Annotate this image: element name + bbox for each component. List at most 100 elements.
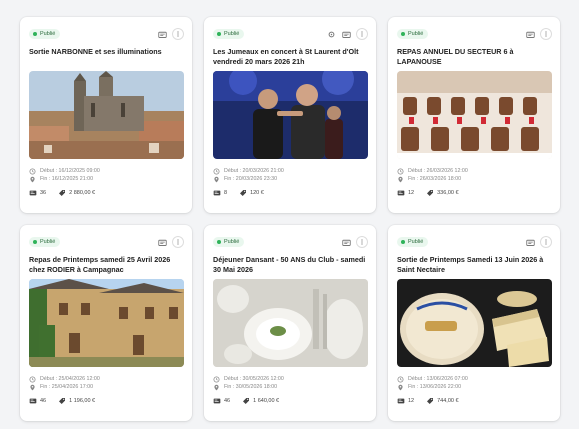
clock-icon	[213, 376, 221, 383]
clock-icon	[29, 376, 37, 383]
location-pin-icon	[397, 384, 405, 391]
card-header: Publié	[29, 235, 184, 249]
end-date: Fin : 26/03/2026 18:00	[397, 175, 552, 183]
event-photo	[29, 279, 184, 367]
card-header: Publié	[213, 27, 368, 41]
card-header: Publié	[29, 27, 184, 41]
event-card[interactable]: Publié Repas de Printemps samedi 25 Avri…	[20, 225, 192, 421]
event-title[interactable]: Repas de Printemps samedi 25 Avril 2026 …	[29, 255, 184, 275]
status-badge: Publié	[397, 29, 429, 39]
participants-list-icon[interactable]	[157, 29, 168, 40]
participants-list-icon[interactable]	[157, 237, 168, 248]
event-title[interactable]: Les Jumeaux en concert à St Laurent d'Ol…	[213, 47, 368, 67]
start-date: Début : 25/04/2026 12:00	[29, 375, 184, 383]
status-badge: Publié	[29, 237, 61, 247]
end-date: Fin : 16/12/2025 21:00	[29, 175, 184, 183]
status-dot-icon	[33, 32, 37, 36]
event-photo	[29, 71, 184, 159]
event-stats: 12 336,00 €	[397, 189, 552, 197]
start-date-text: Début : 30/05/2026 12:00	[224, 376, 284, 382]
participants-list-icon[interactable]	[341, 237, 352, 248]
event-card[interactable]: Publié REPAS ANNUEL DU SECTEUR 6 à LAPAN…	[388, 17, 560, 213]
start-date: Début : 20/03/2026 21:00	[213, 167, 368, 175]
settings-icon[interactable]	[326, 29, 337, 40]
event-photo	[397, 279, 552, 367]
event-card[interactable]: Publié Sortie NARBONNE et ses illuminati…	[20, 17, 192, 213]
card-actions	[525, 28, 552, 40]
start-date-text: Début : 16/12/2025 09:00	[40, 168, 100, 174]
more-options-icon[interactable]	[172, 28, 184, 40]
event-schedule: Début : 30/05/2026 12:00 Fin : 30/05/202…	[213, 375, 368, 391]
event-card[interactable]: Publié Les Jumeaux en concert à St Laure…	[204, 17, 376, 213]
event-stats: 36 2 880,00 €	[29, 189, 184, 197]
total-amount: 2 880,00 €	[58, 189, 95, 197]
status-badge: Publié	[213, 237, 245, 247]
event-card[interactable]: Publié Déjeuner Dansant - 50 ANS du Club…	[204, 225, 376, 421]
participants-list-icon[interactable]	[341, 29, 352, 40]
status-badge-label: Publié	[40, 31, 56, 37]
more-options-icon[interactable]	[356, 28, 368, 40]
status-badge: Publié	[29, 29, 61, 39]
more-options-icon[interactable]	[356, 236, 368, 248]
status-badge: Publié	[397, 237, 429, 247]
more-options-icon[interactable]	[172, 236, 184, 248]
end-date: Fin : 30/05/2026 18:00	[213, 383, 368, 391]
total-amount: 120 €	[239, 189, 264, 197]
end-date-text: Fin : 16/12/2025 21:00	[40, 176, 94, 182]
more-options-icon[interactable]	[540, 236, 552, 248]
status-badge-label: Publié	[224, 31, 240, 37]
people-icon	[397, 397, 405, 405]
people-icon	[213, 397, 221, 405]
event-title[interactable]: Sortie NARBONNE et ses illuminations	[29, 47, 184, 67]
status-dot-icon	[401, 240, 405, 244]
clock-icon	[29, 168, 37, 175]
event-stats: 12 744,00 €	[397, 397, 552, 405]
status-dot-icon	[217, 240, 221, 244]
event-title[interactable]: Sortie de Printemps Samedi 13 Juin 2026 …	[397, 255, 552, 275]
status-badge-label: Publié	[40, 239, 56, 245]
participants-count-text: 46	[40, 398, 47, 404]
card-actions	[157, 236, 184, 248]
event-title[interactable]: Déjeuner Dansant - 50 ANS du Club - same…	[213, 255, 368, 275]
participants-list-icon[interactable]	[525, 29, 536, 40]
price-tag-icon	[426, 397, 434, 405]
start-date-text: Début : 25/04/2026 12:00	[40, 376, 100, 382]
participants-count-text: 46	[224, 398, 231, 404]
participants-count-text: 12	[408, 398, 415, 404]
event-stats: 8 120 €	[213, 189, 368, 197]
location-pin-icon	[213, 176, 221, 183]
participants-count: 36	[29, 189, 46, 197]
start-date: Début : 30/05/2026 12:00	[213, 375, 368, 383]
status-badge-label: Publié	[408, 31, 424, 37]
end-date-text: Fin : 25/04/2026 17:00	[40, 384, 94, 390]
status-dot-icon	[33, 240, 37, 244]
location-pin-icon	[397, 176, 405, 183]
end-date-text: Fin : 30/05/2026 18:00	[224, 384, 278, 390]
status-dot-icon	[401, 32, 405, 36]
participants-count: 46	[29, 397, 46, 405]
clock-icon	[397, 376, 405, 383]
more-options-icon[interactable]	[540, 28, 552, 40]
participants-count-text: 36	[40, 190, 47, 196]
total-amount-text: 2 880,00 €	[69, 190, 96, 196]
event-schedule: Début : 13/06/2026 07:00 Fin : 13/06/202…	[397, 375, 552, 391]
start-date: Début : 26/03/2026 12:00	[397, 167, 552, 175]
event-card[interactable]: Publié Sortie de Printemps Samedi 13 Jui…	[388, 225, 560, 421]
total-amount-text: 1 196,00 €	[69, 398, 96, 404]
event-title[interactable]: REPAS ANNUEL DU SECTEUR 6 à LAPANOUSE	[397, 47, 552, 67]
start-date-text: Début : 13/06/2026 07:00	[408, 376, 468, 382]
price-tag-icon	[239, 189, 247, 197]
event-stats: 46 1 196,00 €	[29, 397, 184, 405]
end-date: Fin : 13/06/2026 22:00	[397, 383, 552, 391]
event-photo	[213, 71, 368, 159]
end-date-text: Fin : 20/03/2026 23:30	[224, 176, 278, 182]
total-amount-text: 120 €	[250, 190, 264, 196]
total-amount: 1 640,00 €	[242, 397, 279, 405]
total-amount-text: 744,00 €	[437, 398, 459, 404]
participants-count: 12	[397, 397, 414, 405]
total-amount-text: 1 640,00 €	[253, 398, 280, 404]
card-actions	[341, 236, 368, 248]
participants-count-text: 12	[408, 190, 415, 196]
price-tag-icon	[58, 397, 66, 405]
participants-list-icon[interactable]	[525, 237, 536, 248]
